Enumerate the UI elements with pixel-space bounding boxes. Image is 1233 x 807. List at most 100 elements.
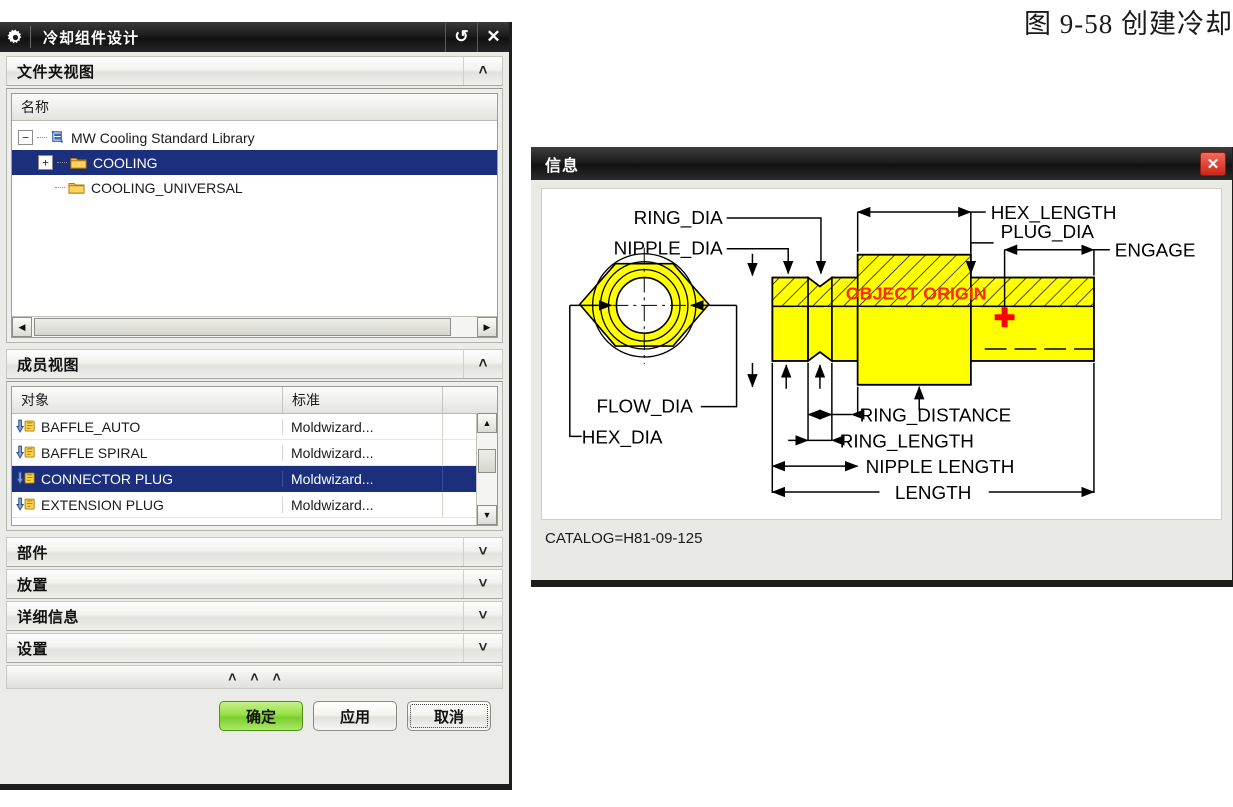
member-standard-cell: Moldwizard... <box>282 496 442 513</box>
dialog-titlebar: 冷却组件设计 ↺ ✕ <box>0 22 509 52</box>
column-header-blank <box>442 387 497 413</box>
label-ring-length: RING_LENGTH <box>840 430 974 452</box>
scroll-up-icon[interactable]: ▲ <box>477 413 497 433</box>
folder-tree-listbox[interactable]: 名称 − MW Cooling Standard Library + COOLI… <box>11 93 498 338</box>
component-icon <box>16 419 36 434</box>
chevron-up-icon[interactable]: ˄ <box>250 669 258 685</box>
column-header-standard: 标准 <box>282 387 442 413</box>
collapse-all-bar[interactable]: ˄ ˄ ˄ <box>6 665 503 689</box>
titlebar-buttons: ↺ ✕ <box>445 22 509 52</box>
member-table-column-header: 对象 标准 <box>12 387 497 414</box>
member-table-vertical-scrollbar[interactable]: ▲ ▼ <box>476 413 497 525</box>
member-object-cell: BAFFLE SPIRAL <box>12 445 282 461</box>
object-origin-label: OBJECT ORIGIN <box>846 283 987 303</box>
tree-connector <box>37 136 47 139</box>
member-view-panel: 对象 标准 BAFFLE_AUTO Moldwizard... BAFFLE S… <box>6 381 503 531</box>
information-dialog: 信息 ✕ OBJECT ORIGIN RING_DIA NIPPLE_DIA H… <box>531 147 1233 587</box>
member-object-cell: BAFFLE_AUTO <box>12 419 282 435</box>
chevron-up-icon[interactable]: ˄ <box>273 669 281 685</box>
chevron-down-icon[interactable]: ˅ <box>463 634 502 662</box>
section-folder-view[interactable]: 文件夹视图 ˄ <box>6 56 503 86</box>
tree-node-label: COOLING <box>93 154 158 171</box>
technical-drawing: OBJECT ORIGIN RING_DIA NIPPLE_DIA HEX_LE… <box>541 188 1222 520</box>
label-flow-dia: FLOW_DIA <box>596 396 693 418</box>
member-object-label: EXTENSION PLUG <box>41 496 164 513</box>
scroll-thumb[interactable] <box>34 318 451 336</box>
gear-icon <box>0 22 30 52</box>
tree-leaf-connector <box>38 181 51 194</box>
chevron-up-icon[interactable]: ˄ <box>463 57 502 85</box>
table-row[interactable]: CONNECTOR PLUG Moldwizard... <box>12 466 497 492</box>
member-standard-cell: Moldwizard... <box>282 418 442 435</box>
tree-node-cooling-universal[interactable]: COOLING_UNIVERSAL <box>12 175 497 200</box>
section-member-view-label: 成员视图 <box>17 356 80 374</box>
tree-expander-expand-icon[interactable]: + <box>38 155 53 170</box>
chevron-down-icon[interactable]: ˅ <box>463 570 502 598</box>
member-object-label: BAFFLE SPIRAL <box>41 444 148 461</box>
scroll-track[interactable] <box>32 317 477 337</box>
section-details[interactable]: 详细信息 ˅ <box>6 601 503 631</box>
table-row[interactable]: BAFFLE_AUTO Moldwizard... <box>12 414 497 440</box>
close-icon[interactable]: ✕ <box>477 22 509 52</box>
scroll-down-icon[interactable]: ▼ <box>477 505 497 525</box>
section-placement[interactable]: 放置 ˅ <box>6 569 503 599</box>
cooling-component-design-dialog: 冷却组件设计 ↺ ✕ 文件夹视图 ˄ 名称 − MW Cooling Stand… <box>0 22 512 790</box>
scroll-right-icon[interactable]: ▶ <box>477 317 497 337</box>
chevron-down-icon[interactable]: ˅ <box>463 602 502 630</box>
label-engage: ENGAGE <box>1115 240 1196 261</box>
scroll-left-icon[interactable]: ◀ <box>12 317 32 337</box>
section-parts[interactable]: 部件 ˅ <box>6 537 503 567</box>
dialog-button-bar: 确定 应用 取消 <box>6 689 503 731</box>
folder-view-panel: 名称 − MW Cooling Standard Library + COOLI… <box>6 88 503 343</box>
component-icon <box>16 445 36 460</box>
library-icon <box>50 130 65 145</box>
folder-tree-horizontal-scrollbar[interactable]: ◀ ▶ <box>12 316 497 337</box>
table-row[interactable]: BAFFLE SPIRAL Moldwizard... <box>12 440 497 466</box>
folder-tree-column-header: 名称 <box>12 94 497 121</box>
catalog-text: CATALOG=H81-09-125 <box>545 530 703 547</box>
cancel-button[interactable]: 取消 <box>407 701 491 731</box>
member-object-label: BAFFLE_AUTO <box>41 418 141 435</box>
connector-plug-drawing: OBJECT ORIGIN RING_DIA NIPPLE_DIA HEX_LE… <box>542 190 1221 518</box>
close-icon[interactable]: ✕ <box>1200 152 1226 176</box>
apply-button[interactable]: 应用 <box>313 701 397 731</box>
label-plug-dia: PLUG_DIA <box>1001 221 1095 243</box>
chevron-down-icon[interactable]: ˅ <box>463 538 502 566</box>
screen: 图 9-58 创建冷却 冷却组件设计 ↺ ✕ 文件夹视图 ˄ 名称 − MW C… <box>0 0 1233 807</box>
component-icon <box>16 471 36 486</box>
table-row[interactable]: EXTENSION PLUG Moldwizard... <box>12 492 497 518</box>
label-length-overlay: LENGTH <box>895 482 972 503</box>
chevron-up-icon[interactable]: ˄ <box>228 669 236 685</box>
member-object-cell: CONNECTOR PLUG <box>12 471 282 487</box>
section-details-label: 详细信息 <box>17 608 80 626</box>
tree-connector <box>57 161 67 164</box>
label-nipple-length: NIPPLE LENGTH <box>866 456 1015 477</box>
label-ring-dia: RING_DIA <box>634 207 723 229</box>
dialog-title: 冷却组件设计 <box>43 29 140 47</box>
tree-connector <box>55 186 65 189</box>
scroll-thumb[interactable] <box>478 449 496 473</box>
info-dialog-titlebar: 信息 ✕ <box>531 147 1232 180</box>
scroll-track[interactable] <box>477 433 497 505</box>
member-object-label: CONNECTOR PLUG <box>41 470 173 487</box>
column-header-name: 名称 <box>21 99 49 115</box>
chevron-up-icon[interactable]: ˄ <box>463 350 502 378</box>
section-member-view[interactable]: 成员视图 ˄ <box>6 349 503 379</box>
reset-icon[interactable]: ↺ <box>445 22 477 52</box>
label-hex-dia: HEX_DIA <box>582 426 663 448</box>
figure-caption: 图 9-58 创建冷却 <box>1024 9 1233 39</box>
label-ring-distance: RING_DISTANCE <box>860 405 1012 427</box>
folder-icon <box>70 156 87 170</box>
ok-button[interactable]: 确定 <box>219 701 303 731</box>
tree-expander-collapse-icon[interactable]: − <box>18 130 33 145</box>
tree-node-cooling[interactable]: + COOLING <box>12 150 497 175</box>
section-placement-label: 放置 <box>17 576 49 594</box>
tree-node-library[interactable]: − MW Cooling Standard Library <box>12 125 497 150</box>
component-icon <box>16 497 36 512</box>
section-settings[interactable]: 设置 ˅ <box>6 633 503 663</box>
tree-node-label: MW Cooling Standard Library <box>71 129 255 146</box>
member-table-listbox[interactable]: 对象 标准 BAFFLE_AUTO Moldwizard... BAFFLE S… <box>11 386 498 526</box>
member-standard-cell: Moldwizard... <box>282 444 442 461</box>
dialog-body: 文件夹视图 ˄ 名称 − MW Cooling Standard Library… <box>0 52 509 784</box>
member-standard-cell: Moldwizard... <box>282 470 442 487</box>
